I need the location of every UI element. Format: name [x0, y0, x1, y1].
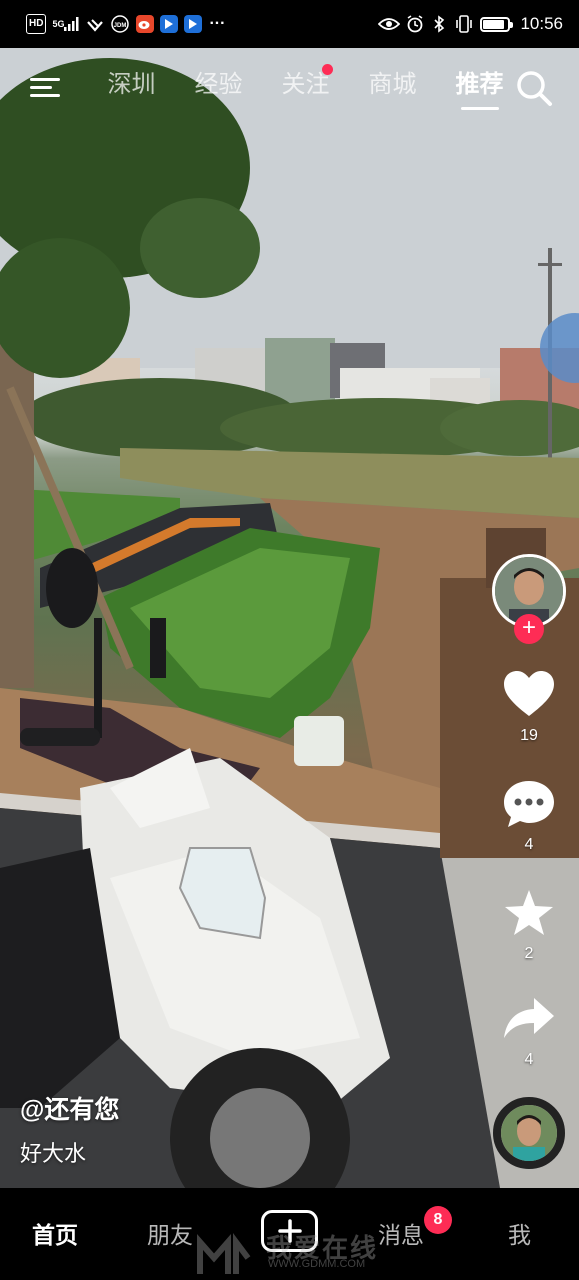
comment-icon [504, 781, 554, 827]
watermark-url: WWW.GDMM.COM [268, 1258, 366, 1270]
like-count: 19 [520, 727, 538, 744]
vibrate-icon [454, 14, 474, 34]
share-count: 4 [524, 1051, 534, 1068]
notification-dot [322, 64, 333, 75]
status-right-icons: 10:56 [378, 14, 563, 34]
nav-friends[interactable]: 朋友 [147, 1216, 193, 1250]
nav-messages[interactable]: 消息 [378, 1216, 424, 1250]
create-button[interactable] [261, 1210, 318, 1252]
more-notifications-icon: ··· [209, 15, 226, 32]
message-badge: 8 [424, 1206, 452, 1234]
comment-button[interactable]: 4 [490, 779, 568, 854]
tab-shenzhen[interactable]: 深圳 [88, 62, 175, 112]
app-icon [160, 15, 179, 33]
plus-icon [277, 1219, 302, 1243]
video-description: 好大水 [20, 1141, 87, 1166]
tab-recommend[interactable]: 推荐 [436, 62, 523, 112]
app-icon [184, 15, 203, 33]
star-icon [505, 890, 553, 935]
speed-icon: JDM [110, 14, 130, 34]
menu-button[interactable] [28, 72, 62, 102]
music-disc[interactable] [493, 1097, 565, 1169]
nav-me[interactable]: 我 [508, 1216, 531, 1250]
tab-following[interactable]: 关注 [262, 62, 349, 112]
signal-5g-icon: 5G [52, 14, 80, 34]
status-bar: HD 5G JDM ··· 10:56 [0, 0, 579, 48]
tab-mall[interactable]: 商城 [349, 62, 436, 112]
weibo-icon [136, 15, 155, 33]
bluetooth-icon [430, 14, 448, 34]
nav-home[interactable]: 首页 [32, 1216, 78, 1250]
follow-button[interactable]: + [514, 614, 544, 644]
wifi-icon [86, 14, 104, 34]
comment-count: 4 [524, 836, 534, 853]
hd-icon: HD [26, 14, 47, 34]
favorite-button[interactable]: 2 [490, 888, 568, 963]
tab-experience[interactable]: 经验 [175, 62, 262, 112]
like-button[interactable]: 19 [490, 670, 568, 745]
search-icon[interactable] [514, 68, 554, 108]
clock: 10:56 [520, 14, 563, 33]
bottom-nav: 首页 朋友 消息 8 我 我爱在线 WWW.GDMM.COM [0, 1188, 579, 1280]
watermark-logo [197, 1233, 251, 1274]
favorite-count: 2 [524, 945, 534, 962]
heart-icon [504, 671, 554, 716]
top-nav: 深圳 经验 关注 商城 推荐 [0, 62, 579, 112]
status-left-icons: HD 5G JDM ··· [26, 14, 226, 34]
battery-icon [480, 16, 514, 32]
share-icon [504, 998, 554, 1038]
svg-text:JDM: JDM [114, 23, 127, 29]
eye-icon [378, 14, 401, 34]
top-tabs: 深圳 经验 关注 商城 推荐 [88, 62, 523, 112]
music-disc-avatar [501, 1105, 557, 1161]
alarm-icon [406, 14, 424, 34]
author-name[interactable]: @还有您 [20, 1090, 119, 1126]
share-button[interactable]: 4 [490, 994, 568, 1069]
